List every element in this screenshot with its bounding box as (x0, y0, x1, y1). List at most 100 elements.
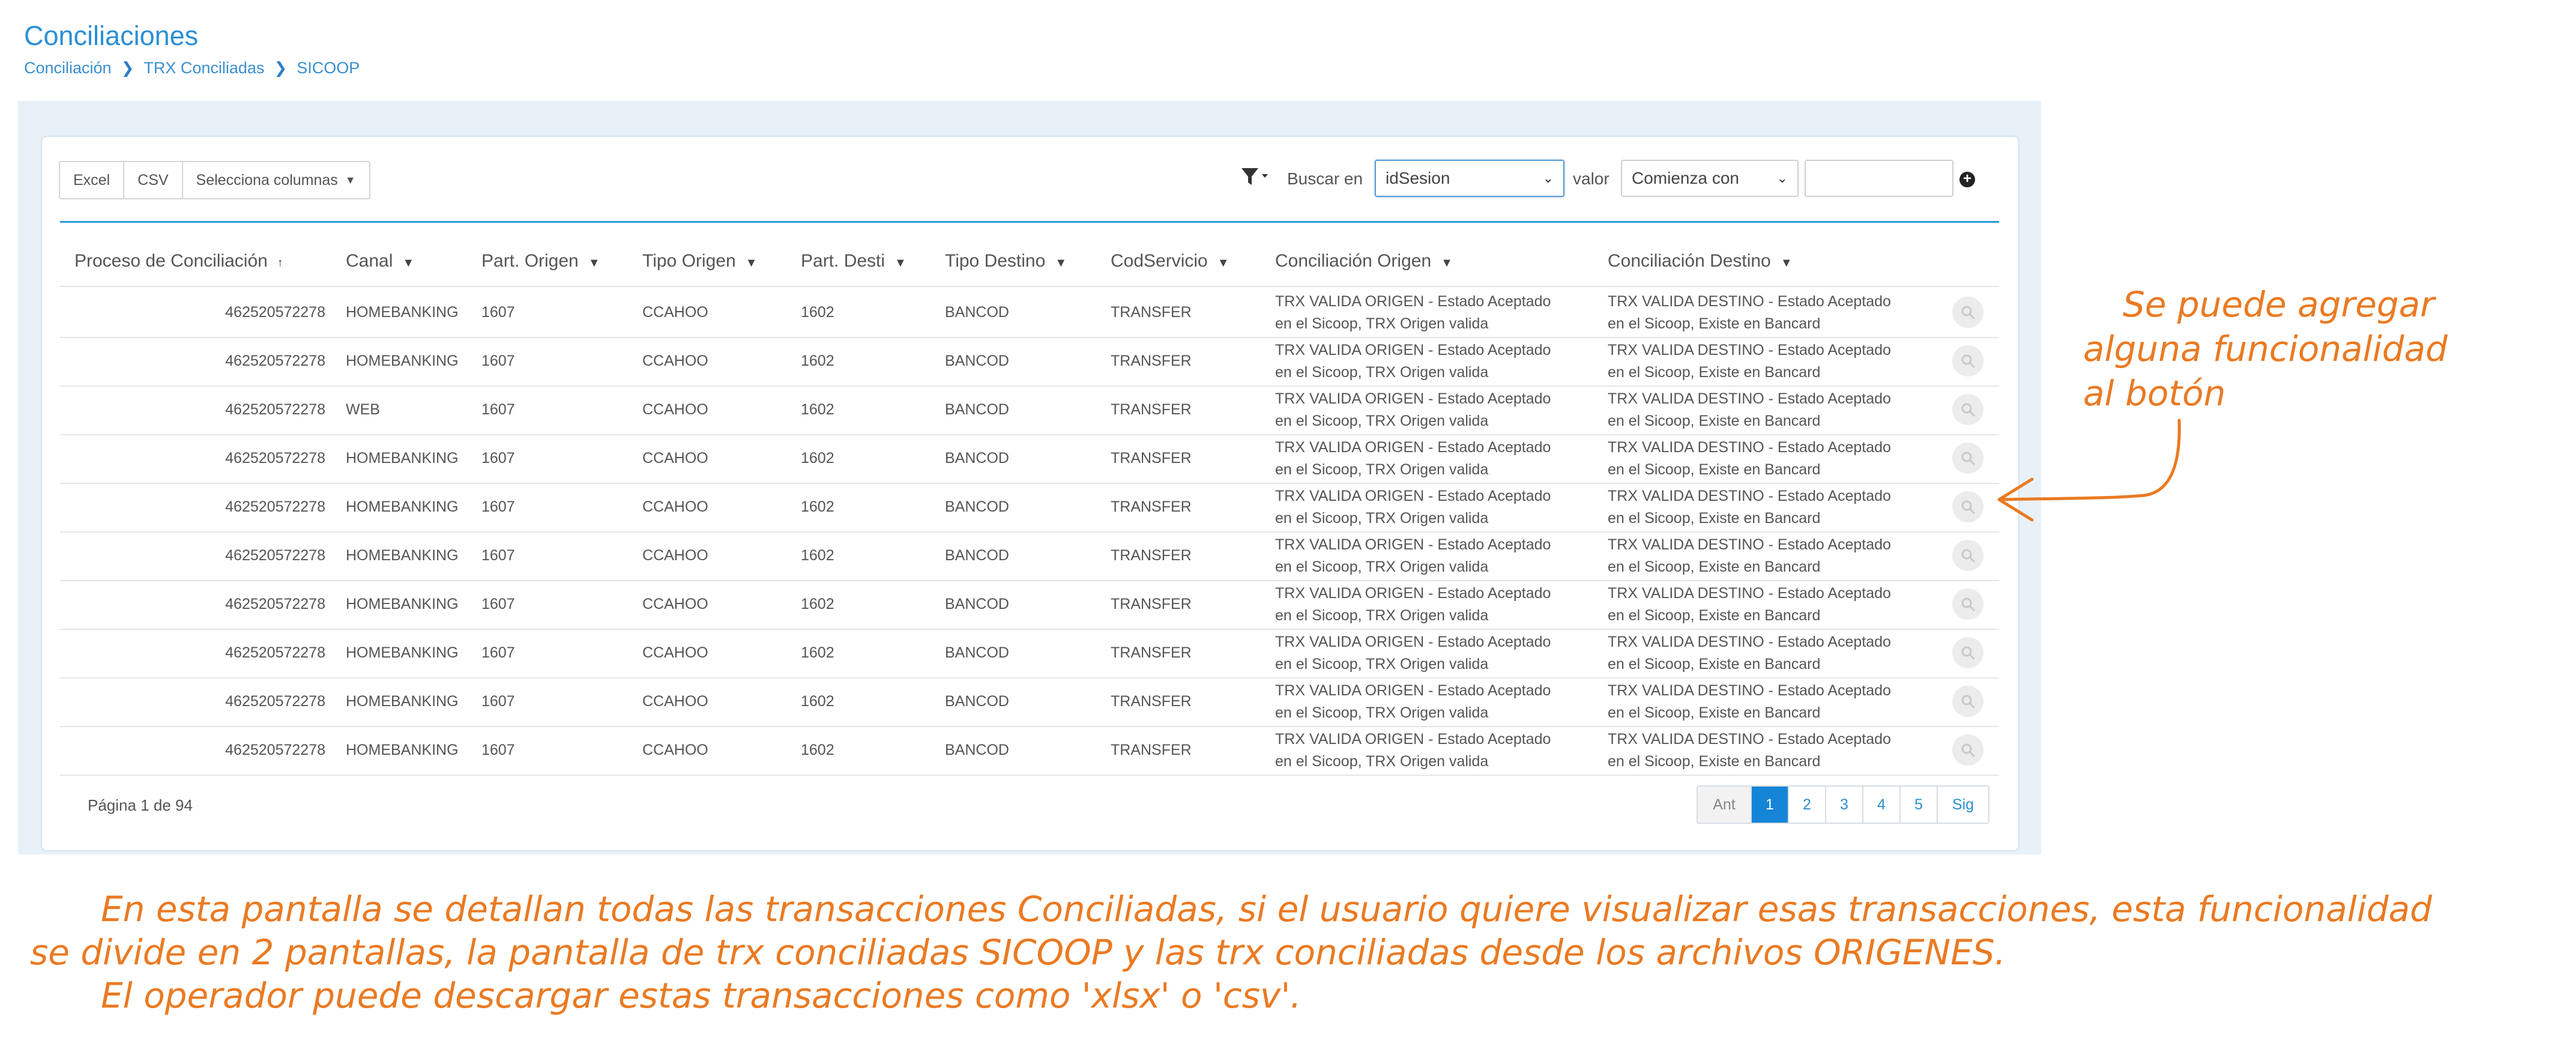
filter-icon[interactable] (1240, 166, 1270, 190)
cell-conciliacion-origen: TRX VALIDA ORIGEN - Estado Aceptado en el… (1275, 682, 1551, 721)
header-divider (60, 286, 1999, 287)
export-button-group: Excel CSV Selecciona columnas ▼ (59, 161, 370, 199)
cell-canal: HOMEBANKING (346, 450, 459, 467)
column-header-tipo-destino[interactable]: Tipo Destino ▼ (945, 251, 1067, 271)
chevron-right-icon: ❯ (121, 59, 134, 77)
breadcrumb-item-trx-conciliadas[interactable]: TRX Conciliadas (143, 59, 264, 77)
table-row: 462520572278 WEB 1607 CCAHOO 1602 BANCOD TRANS… (60, 385, 1999, 435)
select-columns-button[interactable]: Selecciona columnas ▼ (183, 162, 369, 198)
pagination-next[interactable]: Sig (1938, 787, 1988, 823)
search-value-input[interactable] (1805, 160, 1953, 197)
column-header-part-origen[interactable]: Part. Origen ▼ (481, 251, 600, 271)
magnifier-icon (1961, 500, 1975, 514)
cell-part-destino: 1602 (801, 352, 834, 369)
magnifier-icon (1961, 743, 1975, 757)
cell-cod-servicio: TRANSFER (1111, 352, 1192, 369)
caret-down-icon: ▼ (1055, 256, 1067, 270)
cell-cod-servicio: TRANSFER (1111, 742, 1192, 758)
table-row: 462520572278 HOMEBANKING 1607 CCAHOO 1602 BAN… (60, 629, 1999, 679)
page-info: Página 1 de 94 (88, 796, 193, 814)
cell-part-destino: 1602 (801, 742, 834, 758)
cell-proceso: 462520572278 (225, 450, 325, 467)
cell-tipo-origen: CCAHOO (642, 450, 708, 467)
caret-down-icon: ▼ (588, 256, 600, 270)
cell-tipo-origen: CCAHOO (642, 693, 708, 710)
cell-tipo-origen: CCAHOO (642, 401, 708, 418)
pagination: Ant 1 2 3 4 5 Sig (1697, 785, 1989, 824)
column-header-tipo-origen[interactable]: Tipo Origen ▼ (642, 251, 757, 271)
excel-button[interactable]: Excel (60, 162, 125, 198)
cell-cod-servicio: TRANSFER (1111, 644, 1192, 661)
column-header-canal[interactable]: Canal ▼ (346, 251, 414, 271)
search-field-select[interactable]: idSesion ⌄ (1375, 160, 1564, 197)
annotation-line: alguna funcionalidad (2083, 328, 2448, 369)
magnifier-icon (1961, 403, 1975, 417)
cell-tipo-destino: BANCOD (945, 498, 1009, 515)
table-row: 462520572278 HOMEBANKING 1607 CCAHOO 1602 BAN… (60, 483, 1999, 533)
view-detail-button[interactable] (1952, 394, 1983, 425)
table-row: 462520572278 HOMEBANKING 1607 CCAHOO 1602 BAN… (60, 580, 1999, 630)
column-header-cod-servicio[interactable]: CodServicio ▼ (1111, 251, 1229, 271)
cell-proceso: 462520572278 (225, 498, 325, 515)
column-header-conciliacion-origen[interactable]: Conciliación Origen ▼ (1275, 251, 1453, 271)
cell-cod-servicio: TRANSFER (1111, 596, 1192, 612)
annotation-line: Se puede agregar (2123, 284, 2435, 325)
view-detail-button[interactable] (1952, 637, 1983, 668)
table-row: 462520572278 HOMEBANKING 1607 CCAHOO 1602 BAN… (60, 531, 1999, 581)
csv-button[interactable]: CSV (124, 162, 183, 198)
cell-tipo-destino: BANCOD (945, 742, 1009, 758)
pagination-prev[interactable]: Ant (1698, 787, 1752, 823)
cell-part-origen: 1607 (481, 498, 515, 515)
caret-down-icon: ▼ (894, 256, 906, 270)
magnifier-icon (1961, 549, 1975, 563)
pagination-page-2[interactable]: 2 (1789, 787, 1826, 823)
view-detail-button[interactable] (1952, 443, 1983, 474)
view-detail-button[interactable] (1952, 540, 1983, 571)
cell-proceso: 462520572278 (225, 596, 325, 612)
match-mode-value: Comienza con (1632, 169, 1739, 187)
cell-part-origen: 1607 (481, 352, 515, 369)
magnifier-icon (1961, 354, 1975, 368)
cell-conciliacion-origen: TRX VALIDA ORIGEN - Estado Aceptado en el… (1275, 488, 1551, 527)
pagination-page-5[interactable]: 5 (1901, 787, 1938, 823)
column-header-proceso[interactable]: Proceso de Conciliación ↑ (74, 251, 283, 271)
breadcrumb: Conciliación ❯ TRX Conciliadas ❯ SICOOP (24, 59, 360, 77)
cell-part-origen: 1607 (481, 644, 515, 661)
magnifier-icon (1961, 306, 1975, 319)
cell-conciliacion-origen: TRX VALIDA ORIGEN - Estado Aceptado en el… (1275, 293, 1551, 332)
cell-proceso: 462520572278 (225, 644, 325, 661)
cell-part-destino: 1602 (801, 644, 834, 661)
view-detail-button[interactable] (1952, 297, 1983, 328)
cell-conciliacion-destino: TRX VALIDA DESTINO - Estado Aceptado en e… (1608, 585, 1891, 624)
cell-part-origen: 1607 (481, 401, 515, 418)
caret-down-icon: ▼ (402, 256, 415, 270)
pagination-page-4[interactable]: 4 (1863, 787, 1901, 823)
cell-proceso: 462520572278 (225, 352, 325, 369)
cell-part-origen: 1607 (481, 547, 515, 564)
view-detail-button[interactable] (1952, 345, 1983, 376)
search-field-value: idSesion (1386, 169, 1450, 187)
view-detail-button[interactable] (1952, 491, 1983, 522)
annotation-arrow-icon (1997, 419, 2181, 522)
column-header-conciliacion-destino[interactable]: Conciliación Destino ▼ (1608, 251, 1793, 271)
chevron-down-icon: ⌄ (1542, 171, 1554, 186)
pagination-page-1[interactable]: 1 (1752, 787, 1789, 823)
cell-conciliacion-origen: TRX VALIDA ORIGEN - Estado Aceptado en el… (1275, 585, 1551, 624)
caret-down-icon: ▼ (1217, 256, 1229, 270)
caret-down-icon: ▼ (345, 174, 356, 186)
plus-circle-icon[interactable]: + (1959, 172, 1975, 187)
cell-conciliacion-destino: TRX VALIDA DESTINO - Estado Aceptado en e… (1608, 293, 1891, 332)
cell-proceso: 462520572278 (225, 304, 325, 321)
column-header-part-destino[interactable]: Part. Desti ▼ (801, 251, 906, 271)
cell-tipo-origen: CCAHOO (642, 498, 708, 515)
magnifier-icon (1961, 597, 1975, 611)
cell-conciliacion-destino: TRX VALIDA DESTINO - Estado Aceptado en e… (1608, 439, 1891, 478)
view-detail-button[interactable] (1952, 686, 1983, 717)
chevron-right-icon: ❯ (274, 59, 288, 77)
cell-conciliacion-destino: TRX VALIDA DESTINO - Estado Aceptado en e… (1608, 682, 1891, 721)
view-detail-button[interactable] (1952, 734, 1983, 766)
breadcrumb-item-conciliacion[interactable]: Conciliación (24, 59, 112, 77)
pagination-page-3[interactable]: 3 (1826, 787, 1863, 823)
match-mode-select[interactable]: Comienza con ⌄ (1621, 160, 1799, 197)
view-detail-button[interactable] (1952, 588, 1983, 620)
